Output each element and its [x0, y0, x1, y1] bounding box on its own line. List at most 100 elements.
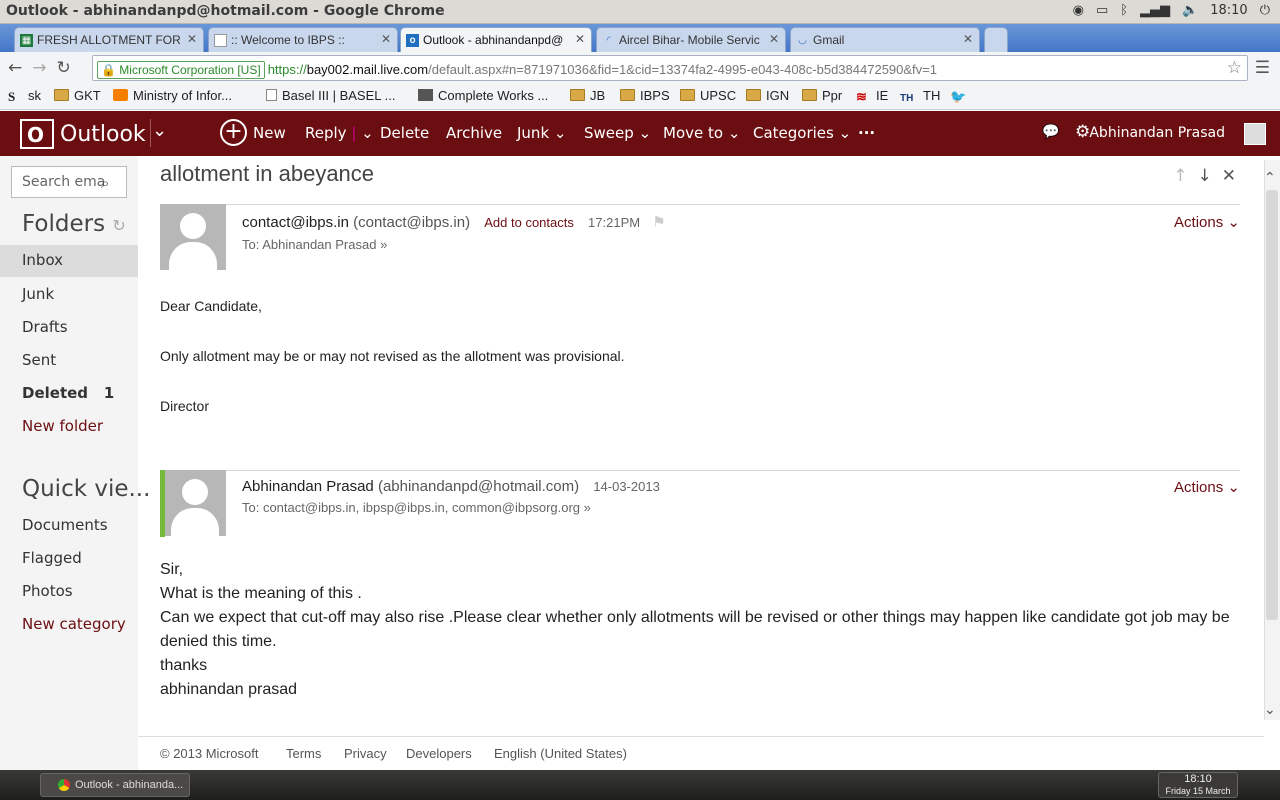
sidebar-item-drafts[interactable]: Drafts	[22, 318, 68, 336]
search-input[interactable]: Search ema	[11, 166, 127, 198]
gear-icon[interactable]: ⚙	[1075, 122, 1090, 142]
chevron-down-icon[interactable]: ⌄	[554, 124, 567, 142]
volume-icon[interactable]: 🔈	[1182, 3, 1198, 18]
close-icon[interactable]: ✕	[381, 32, 391, 46]
chrome-status-icon[interactable]: ◉	[1073, 3, 1084, 18]
close-icon[interactable]: ✕	[963, 32, 973, 46]
more-button[interactable]: ···	[858, 124, 875, 142]
sender-avatar[interactable]	[160, 204, 226, 270]
ssl-indicator[interactable]: 🔒 Microsoft Corporation [US]	[97, 61, 265, 79]
tab-outlook[interactable]: o Outlook - abhinandanpd@ ✕	[400, 27, 592, 52]
bookmark-upsc[interactable]: UPSC	[680, 88, 736, 103]
search-icon[interactable]: ⌕	[101, 174, 109, 192]
junk-button[interactable]: Junk ⌄	[517, 124, 566, 142]
scrollbar-thumb[interactable]	[1266, 190, 1278, 620]
spreadsheet-icon: ▦	[20, 34, 33, 47]
battery-icon[interactable]: ▭	[1096, 3, 1108, 18]
sidebar-item-deleted[interactable]: Deleted 1	[22, 384, 114, 402]
chrome-menu-icon[interactable]: ☰	[1255, 58, 1270, 78]
close-icon[interactable]: ✕	[187, 32, 197, 46]
categories-button[interactable]: Categories ⌄	[753, 124, 851, 142]
tab-welcome-ibps[interactable]: :: Welcome to IBPS :: ✕	[208, 27, 398, 52]
quick-views-heading[interactable]: Quick vie...	[22, 476, 150, 502]
sidebar-item-flagged[interactable]: Flagged	[22, 549, 82, 567]
bookmark-complete-works[interactable]: Complete Works ...	[418, 88, 548, 103]
bookmark-sk[interactable]: Ssk	[8, 88, 41, 104]
taskbar-clock[interactable]: 18:10 Friday 15 March	[1158, 772, 1238, 798]
bookmark-ie[interactable]: ≋ IE	[856, 88, 888, 104]
power-icon[interactable]: ⏻	[1260, 3, 1270, 18]
add-to-contacts-link[interactable]: Add to contacts	[484, 215, 574, 230]
bookmark-ign[interactable]: IGN	[746, 88, 789, 103]
new-folder-link[interactable]: New folder	[22, 417, 103, 435]
plus-icon[interactable]: +	[220, 119, 247, 146]
url-scheme: https://	[267, 62, 307, 77]
tab-aircel[interactable]: ◜ Aircel Bihar- Mobile Servic ✕	[596, 27, 786, 52]
bookmark-jb[interactable]: JB	[570, 88, 605, 103]
sender-name[interactable]: contact@ibps.in	[242, 214, 349, 231]
actions-menu[interactable]: Actions ⌄	[1174, 478, 1240, 496]
back-icon[interactable]: ←	[8, 58, 22, 78]
taskbar-date: Friday 15 March	[1165, 786, 1231, 796]
close-icon[interactable]: ✕	[769, 32, 779, 46]
outlook-logo[interactable]: O Outlook	[20, 119, 146, 149]
recipients[interactable]: To: Abhinandan Prasad »	[242, 237, 387, 252]
bookmark-twitter[interactable]: 🐦	[950, 88, 970, 104]
bookmark-ibps[interactable]: IBPS	[620, 88, 670, 103]
sidebar-item-sent[interactable]: Sent	[22, 351, 56, 369]
sweep-button[interactable]: Sweep ⌄	[584, 124, 651, 142]
move-to-button[interactable]: Move to ⌄	[663, 124, 740, 142]
flag-icon[interactable]: ⚑	[652, 214, 665, 231]
signal-icon[interactable]: ▂▄▆	[1140, 3, 1170, 18]
new-category-link[interactable]: New category	[22, 615, 126, 633]
bookmark-basel[interactable]: Basel III | BASEL ...	[266, 88, 395, 103]
developers-link[interactable]: Developers	[406, 746, 472, 761]
actions-menu[interactable]: Actions ⌄	[1174, 213, 1240, 231]
terms-link[interactable]: Terms	[286, 746, 321, 761]
system-clock[interactable]: 18:10	[1210, 3, 1247, 18]
tab-fresh-allotment[interactable]: ▦ FRESH ALLOTMENT FOR IE ✕	[14, 27, 204, 52]
message-body-line: Can we expect that cut-off may also rise…	[160, 609, 1230, 650]
sidebar-item-junk[interactable]: Junk	[22, 285, 54, 303]
folders-heading[interactable]: Folders ↻	[22, 211, 126, 237]
language-link[interactable]: English (United States)	[494, 746, 627, 761]
bookmark-ministry[interactable]: Ministry of Infor...	[113, 88, 232, 103]
reload-icon[interactable]: ↻	[57, 58, 71, 78]
chat-icon[interactable]: 💬	[1042, 124, 1059, 140]
new-button[interactable]: New	[253, 124, 286, 142]
twitter-icon: 🐦	[950, 89, 967, 104]
expand-icon[interactable]: »	[584, 500, 591, 515]
scroll-up-icon[interactable]: ⌃	[1264, 170, 1276, 186]
taskbar-time: 18:10	[1184, 773, 1212, 785]
avatar[interactable]	[1244, 123, 1266, 145]
sender-avatar[interactable]	[165, 470, 226, 536]
close-icon[interactable]: ✕	[575, 32, 585, 46]
delete-button[interactable]: Delete	[380, 124, 429, 142]
arrow-up-icon[interactable]: ↑	[1173, 166, 1187, 186]
sidebar-item-inbox[interactable]: Inbox	[0, 245, 138, 277]
address-bar[interactable]: 🔒 Microsoft Corporation [US] https://bay0…	[92, 55, 1248, 81]
archive-button[interactable]: Archive	[446, 124, 502, 142]
chevron-down-icon[interactable]: ⌄	[361, 124, 374, 142]
tab-gmail[interactable]: ◡ Gmail ✕	[790, 27, 980, 52]
refresh-icon[interactable]: ↻	[112, 216, 125, 235]
user-name[interactable]: Abhinandan Prasad	[1089, 125, 1225, 141]
scroll-down-icon[interactable]: ⌄	[1264, 702, 1276, 718]
new-tab-button[interactable]	[984, 27, 1008, 52]
sidebar-item-photos[interactable]: Photos	[22, 582, 73, 600]
close-icon[interactable]: ✕	[1222, 166, 1236, 186]
bookmark-th[interactable]: TH TH	[900, 88, 940, 105]
privacy-link[interactable]: Privacy	[344, 746, 387, 761]
forward-icon[interactable]: →	[32, 58, 46, 78]
bookmark-star-icon[interactable]: ☆	[1227, 58, 1242, 78]
bookmark-ppr[interactable]: Ppr	[802, 88, 842, 103]
sender-name[interactable]: Abhinandan Prasad	[242, 478, 374, 495]
arrow-down-icon[interactable]: ↓	[1198, 166, 1212, 186]
bluetooth-icon[interactable]: ᛒ	[1120, 3, 1128, 18]
recipients[interactable]: To: contact@ibps.in, ibpsp@ibps.in, comm…	[242, 500, 591, 515]
sidebar-item-documents[interactable]: Documents	[22, 516, 108, 534]
chevron-down-icon[interactable]: ⌄	[152, 120, 167, 141]
reply-button[interactable]: Reply | ⌄	[305, 124, 374, 142]
bookmark-gkt[interactable]: GKT	[54, 88, 101, 103]
expand-icon[interactable]: »	[380, 237, 387, 252]
